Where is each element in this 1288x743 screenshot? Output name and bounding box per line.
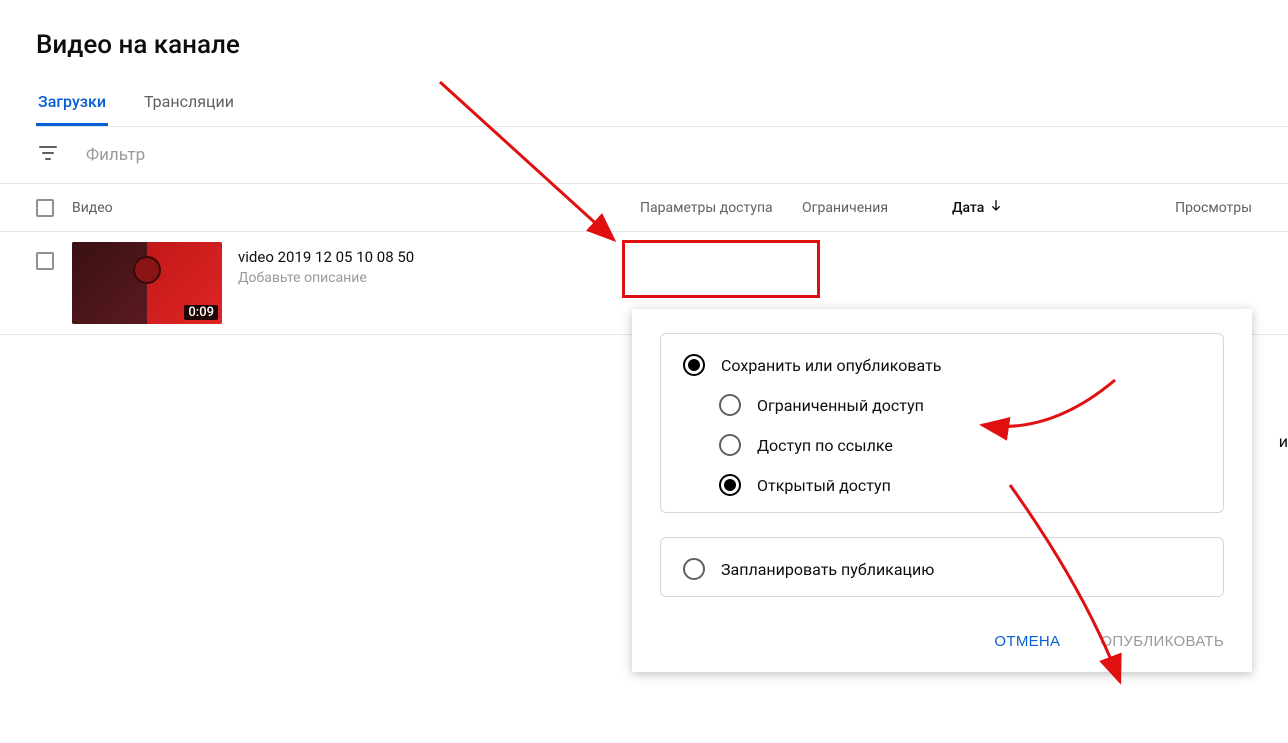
video-duration: 0:09 <box>184 305 218 320</box>
arrow-down-icon <box>988 198 1004 218</box>
filter-input[interactable]: Фильтр <box>86 145 145 165</box>
option-public[interactable]: Открытый доступ <box>719 474 1201 496</box>
schedule-group: Запланировать публикацию <box>660 537 1224 597</box>
filter-icon[interactable] <box>36 141 60 169</box>
page-title: Видео на канале <box>36 30 1288 60</box>
option-schedule[interactable]: Запланировать публикацию <box>683 558 1201 580</box>
publish-button[interactable]: ОПУБЛИКОВАТЬ <box>1092 627 1232 656</box>
radio-icon <box>719 434 741 456</box>
column-access[interactable]: Параметры доступа <box>632 200 802 216</box>
video-thumbnail[interactable]: 0:09 <box>72 242 222 324</box>
video-description-placeholder[interactable]: Добавьте описание <box>238 270 414 286</box>
radio-icon <box>683 354 705 376</box>
cropped-text: и <box>1279 432 1288 451</box>
option-save-or-publish[interactable]: Сохранить или опубликовать <box>683 354 1201 376</box>
save-or-publish-group: Сохранить или опубликовать Ограниченный … <box>660 333 1224 513</box>
video-meta: video 2019 12 05 10 08 50 Добавьте описа… <box>238 242 414 286</box>
tab-uploads[interactable]: Загрузки <box>36 86 108 126</box>
option-private[interactable]: Ограниченный доступ <box>719 394 1201 416</box>
table-header: Видео Параметры доступа Ограничения Дата… <box>0 184 1288 232</box>
dropdown-actions: ОТМЕНА ОПУБЛИКОВАТЬ <box>632 615 1252 672</box>
column-date[interactable]: Дата <box>952 198 1072 218</box>
filter-row: Фильтр <box>0 127 1288 184</box>
column-video[interactable]: Видео <box>72 200 632 216</box>
radio-icon <box>719 474 741 496</box>
column-restrictions[interactable]: Ограничения <box>802 200 952 216</box>
tabs: Загрузки Трансляции <box>36 86 1288 127</box>
radio-icon <box>683 558 705 580</box>
visibility-dropdown: Сохранить или опубликовать Ограниченный … <box>632 309 1252 672</box>
tab-streams[interactable]: Трансляции <box>142 86 236 126</box>
column-views[interactable]: Просмотры <box>1072 200 1288 216</box>
cancel-button[interactable]: ОТМЕНА <box>986 627 1068 656</box>
option-unlisted[interactable]: Доступ по ссылке <box>719 434 1201 456</box>
video-title[interactable]: video 2019 12 05 10 08 50 <box>238 248 414 266</box>
radio-icon <box>719 394 741 416</box>
select-all-checkbox[interactable] <box>36 199 54 217</box>
row-checkbox[interactable] <box>36 252 54 270</box>
